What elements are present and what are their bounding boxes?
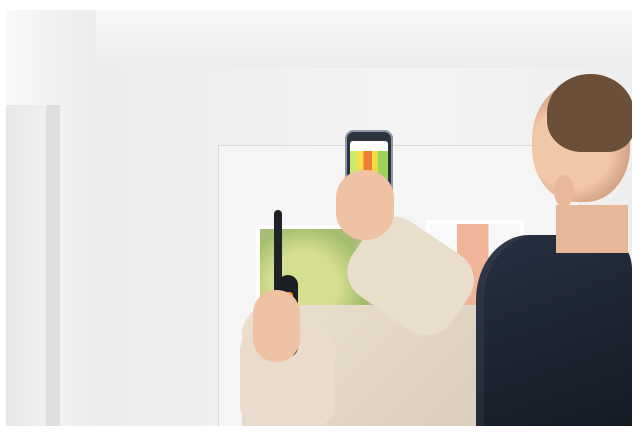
- person-hair: [547, 74, 632, 152]
- person-ear: [554, 175, 574, 207]
- doorway: [6, 105, 51, 426]
- ceiling: [6, 10, 632, 68]
- person-neck: [556, 205, 628, 253]
- photo-frame: [6, 10, 632, 426]
- hand-holding-probe: [253, 290, 300, 362]
- person-vest: [476, 235, 632, 426]
- door-shadow: [46, 105, 60, 426]
- hand-holding-phone: [336, 170, 394, 240]
